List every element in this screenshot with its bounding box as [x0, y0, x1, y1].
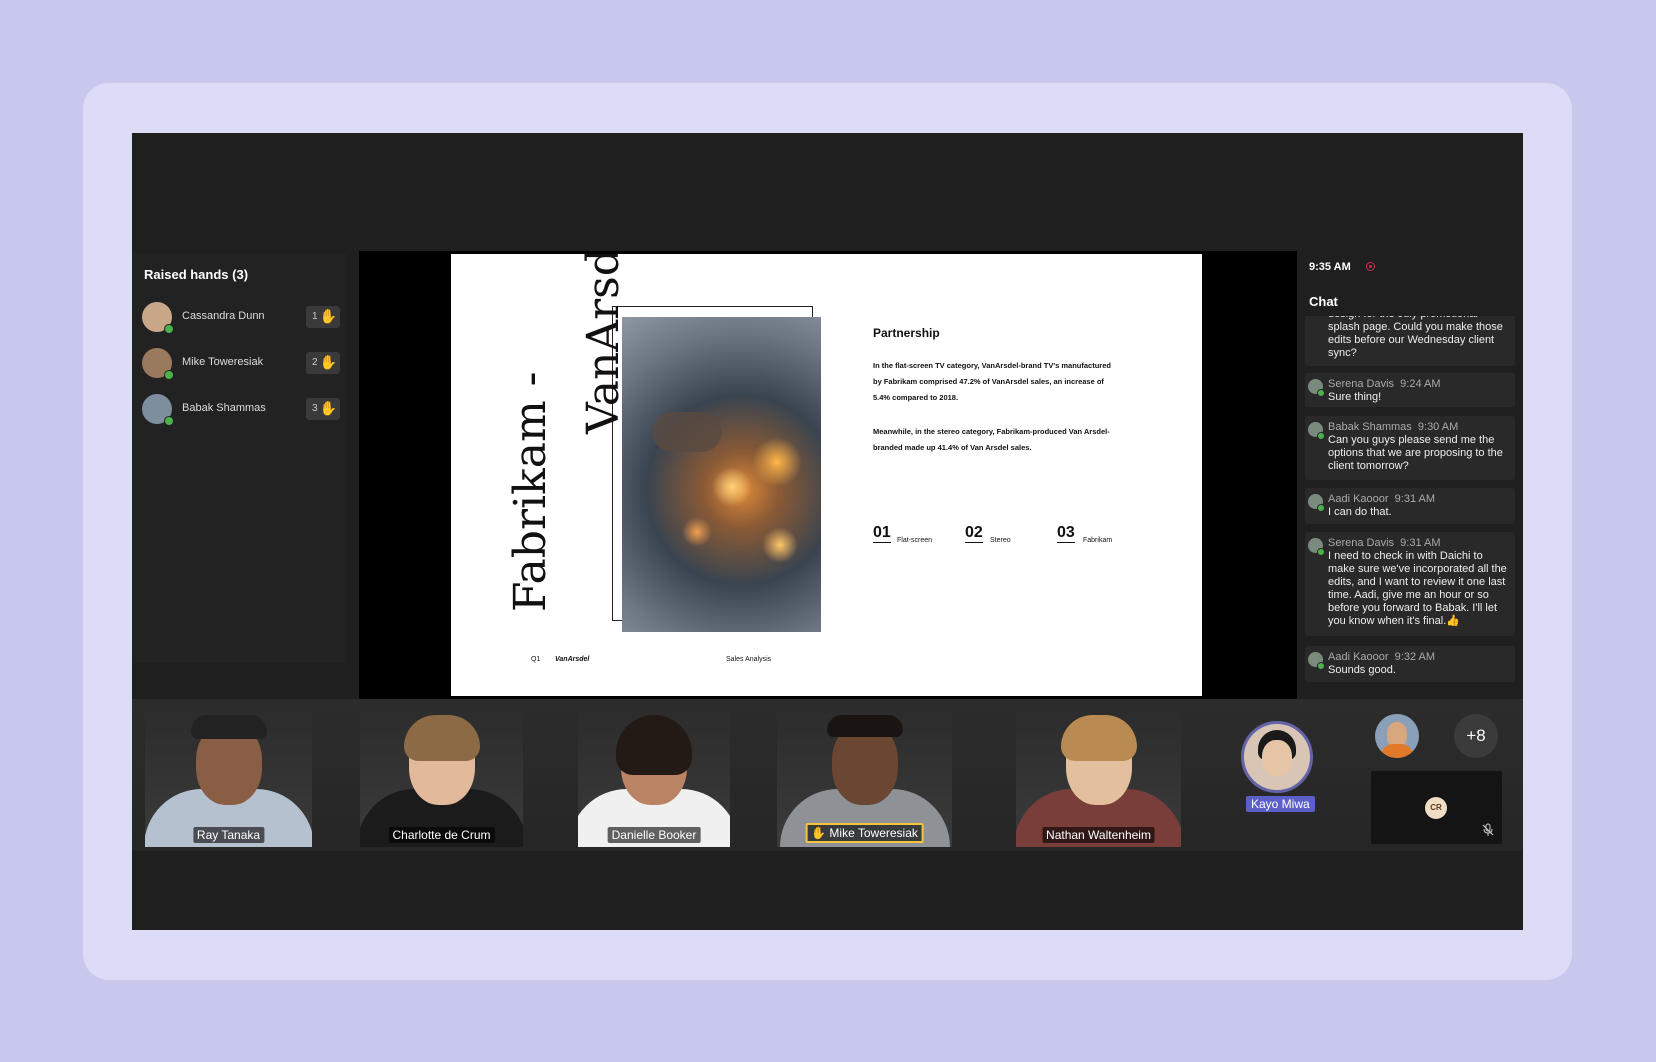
participant-name-tag-hand-raised: ✋ Mike Toweresiak	[805, 823, 924, 843]
chat-message-text: Sounds good.	[1328, 664, 1396, 676]
presence-available-icon	[1317, 548, 1325, 556]
slide-footer-brand: VanArsdel	[555, 656, 590, 663]
more-participants-button[interactable]: +8	[1454, 714, 1498, 758]
chat-message: Serena Davis 9:24 AM Sure thing!	[1305, 373, 1515, 407]
slide-footer-quarter: Q1	[531, 656, 541, 663]
participant-name: Cassandra Dunn	[182, 310, 265, 322]
slide-item-number: 01	[873, 524, 891, 543]
hand-order-badge: 3 ✋	[306, 398, 340, 420]
participant-tile[interactable]: Charlotte de Crum	[360, 699, 523, 847]
hand-order-number: 2	[312, 357, 318, 368]
chat-timestamp: 9:32 AM	[1394, 651, 1436, 663]
recording-icon	[1366, 262, 1375, 271]
chat-author: Aadi Kaooor	[1328, 651, 1389, 663]
chat-message-meta: Aadi Kaooor 9:31 AM	[1328, 493, 1435, 505]
hand-order-number: 1	[312, 311, 318, 322]
presence-available-icon	[1317, 389, 1325, 397]
raised-hands-title: Raised hands (3)	[144, 267, 249, 282]
slide-paragraph: Meanwhile, in the stereo category, Fabri…	[873, 427, 1110, 452]
slide-heading: Partnership	[873, 326, 940, 340]
meeting-window: Raised hands (3) Cassandra Dunn 1 ✋ Mike…	[132, 133, 1523, 930]
chat-title: Chat	[1309, 294, 1338, 309]
chat-timestamp: 9:31 AM	[1394, 493, 1436, 505]
chat-author: Serena Davis	[1328, 537, 1395, 549]
participant-tile-video-off[interactable]: CR	[1371, 771, 1502, 844]
chat-message-text: design for the July promotional splash p…	[1328, 316, 1503, 359]
raised-hand-row[interactable]: Mike Toweresiak 2 ✋	[142, 346, 342, 380]
presence-available-icon	[1317, 432, 1325, 440]
raised-hands-panel: Raised hands (3) Cassandra Dunn 1 ✋ Mike…	[132, 253, 346, 663]
chat-panel: 9:35 AM Chat design for the July promoti…	[1297, 251, 1523, 699]
participant-tile[interactable]: ✋ Mike Toweresiak	[777, 699, 952, 847]
raised-hand-icon: ✋	[319, 400, 337, 416]
chat-message-list[interactable]: design for the July promotional splash p…	[1305, 316, 1515, 699]
chat-message: design for the July promotional splash p…	[1305, 316, 1515, 366]
chat-message-text: Sure thing!	[1328, 391, 1382, 403]
participant-gallery: Ray Tanaka Charlotte de Crum Danielle Bo…	[132, 699, 1523, 851]
chat-message: Aadi Kaooor 9:31 AM I can do that.	[1305, 488, 1515, 524]
chat-author: Serena Davis	[1328, 378, 1395, 390]
chat-timestamp: 9:31 AM	[1400, 537, 1441, 549]
chat-message: Babak Shammas 9:30 AM Can you guys pleas…	[1305, 416, 1515, 480]
chat-author: Babak Shammas	[1328, 421, 1412, 433]
chat-message-meta: Babak Shammas 9:30 AM	[1328, 421, 1458, 433]
presence-available-icon	[1317, 504, 1325, 512]
headset-icon	[190, 715, 267, 739]
participant-name-tag: Charlotte de Crum	[388, 827, 495, 843]
slide-title-line2: VanArsdel	[578, 254, 629, 434]
avatar[interactable]	[1375, 714, 1419, 758]
active-speaker-avatar[interactable]	[1241, 721, 1313, 793]
hand-order-badge: 2 ✋	[306, 352, 340, 374]
presence-available-icon	[164, 416, 174, 426]
chat-message: Aadi Kaooor 9:32 AM Sounds good.	[1305, 646, 1515, 682]
active-speaker-name: Kayo Miwa	[1246, 796, 1315, 812]
chat-timestamp: 9:30 AM	[1417, 421, 1459, 433]
chat-timestamp: 9:24 AM	[1400, 378, 1441, 390]
presence-available-icon	[164, 370, 174, 380]
participant-tile[interactable]: Danielle Booker	[578, 699, 730, 847]
hand-order-badge: 1 ✋	[306, 306, 340, 328]
hand-order-number: 3	[312, 403, 318, 414]
raised-hand-icon: ✋	[319, 308, 337, 324]
slide-item-label: Fabrikam	[1083, 537, 1113, 544]
raised-hand-icon: ✋	[319, 354, 337, 370]
slide-footer-label: Sales Analysis	[726, 656, 772, 663]
slide-item-number: 03	[1057, 524, 1075, 543]
slide-item-number: 02	[965, 524, 983, 543]
participant-name: Mike Toweresiak	[182, 356, 264, 368]
presence-available-icon	[164, 324, 174, 334]
chat-author: Aadi Kaooor	[1328, 493, 1389, 505]
chat-message-text: Can you guys please send me the options …	[1328, 434, 1503, 472]
shared-content-stage[interactable]: Fabrikam - VanArsdel Partnership In the …	[359, 251, 1297, 699]
slide-photo	[622, 317, 821, 632]
chat-message-meta: Serena Davis 9:24 AM	[1328, 378, 1441, 390]
chat-message-text: I can do that.	[1328, 506, 1392, 518]
chat-message: Serena Davis 9:31 AM I need to check in …	[1305, 532, 1515, 636]
slide-paragraph: In the flat-screen TV category, VanArsde…	[873, 361, 1111, 402]
slide-item-label: Stereo	[990, 537, 1011, 544]
raised-hand-row[interactable]: Cassandra Dunn 1 ✋	[142, 300, 342, 334]
slide-item-label: Flat-screen	[897, 537, 933, 544]
chat-message-meta: Serena Davis 9:31 AM	[1328, 537, 1441, 549]
participant-name-tag: Nathan Waltenheim	[1042, 827, 1155, 843]
presence-available-icon	[1317, 662, 1325, 670]
participant-tile[interactable]: Ray Tanaka	[145, 699, 312, 847]
chat-message-text: I need to check in with Daichi to make s…	[1328, 550, 1507, 627]
initials-avatar: CR	[1425, 797, 1447, 819]
participant-name: Babak Shammas	[182, 402, 266, 414]
participant-name-tag: Ray Tanaka	[192, 827, 265, 843]
raised-hand-icon: ✋	[811, 826, 827, 840]
presentation-slide: Fabrikam - VanArsdel Partnership In the …	[451, 254, 1202, 696]
participant-name-tag: Danielle Booker	[607, 827, 701, 843]
chat-message-meta: Aadi Kaooor 9:32 AM	[1328, 651, 1435, 663]
slide-title-line1: Fabrikam -	[505, 371, 556, 612]
raised-hand-row[interactable]: Babak Shammas 3 ✋	[142, 392, 342, 426]
meeting-clock: 9:35 AM	[1309, 261, 1351, 273]
mic-off-icon	[1482, 823, 1494, 836]
participant-tile[interactable]: Nathan Waltenheim	[1016, 699, 1181, 847]
